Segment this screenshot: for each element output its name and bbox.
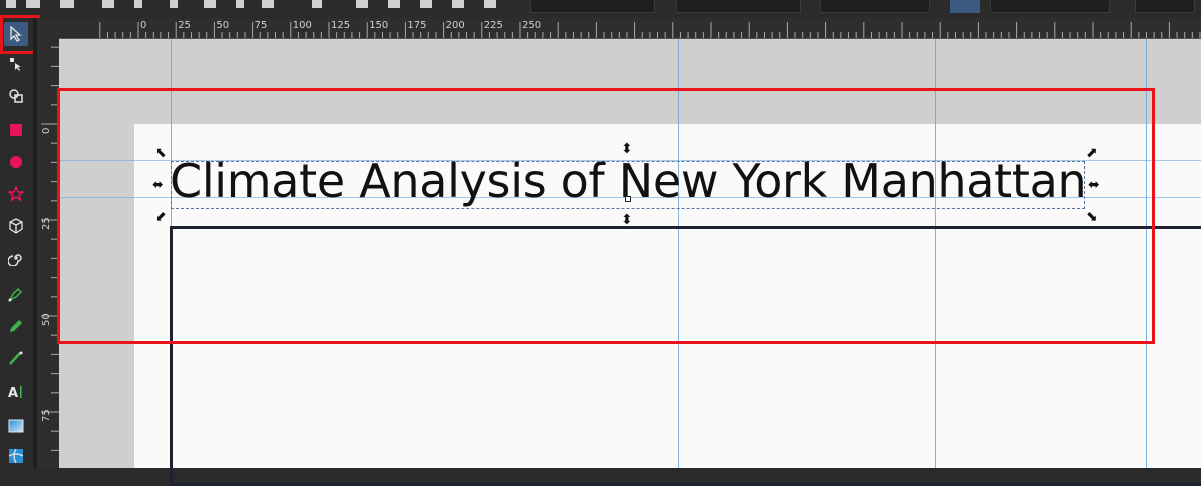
shape-builder-icon [9, 89, 23, 103]
mesh-icon [8, 448, 24, 464]
toolbar-icon[interactable] [102, 0, 114, 8]
ruler-label: 50 [216, 20, 230, 31]
vertical-ruler[interactable]: 0 25 50 75 [37, 38, 59, 468]
node-tool-button[interactable] [4, 52, 28, 76]
toolbox: A [0, 18, 33, 468]
ruler-label: 0 [140, 20, 147, 31]
toolbar-icon[interactable] [26, 0, 40, 8]
ruler-label: 150 [369, 20, 389, 31]
ruler-label: 0 [41, 127, 52, 134]
pen-icon [8, 287, 23, 302]
ruler-label: 225 [483, 20, 503, 31]
y-coordinate-field[interactable] [676, 0, 801, 13]
circle-icon [10, 156, 22, 168]
toolbar-icon[interactable] [6, 0, 16, 8]
gradient-icon [8, 419, 24, 433]
ruler-label: 175 [407, 20, 427, 31]
ruler-label: 125 [331, 20, 351, 31]
3d-box-tool-button[interactable] [4, 214, 28, 238]
ruler-label: 25 [178, 20, 191, 31]
rectangle-icon [10, 124, 22, 136]
toolbar-icon[interactable] [388, 0, 400, 8]
width-field[interactable] [820, 0, 930, 13]
calligraphy-icon [9, 351, 23, 365]
lock-proportions-button[interactable] [950, 0, 980, 13]
horizontal-ruler-ticks [99, 22, 1201, 38]
toolbar-icon[interactable] [262, 0, 274, 8]
shape-builder-tool-button[interactable] [4, 84, 28, 108]
toolbar-icon[interactable] [420, 0, 432, 8]
calligraphy-tool-button[interactable] [4, 346, 28, 370]
toolbar-icon[interactable] [356, 0, 368, 8]
toolbar-icon[interactable] [312, 0, 322, 8]
toolbar-icon[interactable] [484, 0, 496, 8]
text-icon: A [8, 386, 22, 400]
cube-icon [9, 218, 23, 234]
toolbar-icon[interactable] [170, 0, 178, 8]
spiral-tool-button[interactable] [4, 246, 28, 270]
text-tool-button[interactable]: A [4, 380, 28, 404]
rectangle-tool-button[interactable] [4, 118, 28, 142]
mesh-tool-button[interactable] [4, 444, 28, 468]
ruler-label: 100 [292, 20, 312, 31]
gradient-tool-button[interactable] [4, 414, 28, 438]
toolbar-icon[interactable] [60, 0, 74, 8]
toolbar-icon[interactable] [134, 0, 142, 8]
horizontal-ruler[interactable]: 0 25 50 75 100 125 150 175 200 225 250 [37, 18, 1201, 39]
toolbar-icon[interactable] [236, 0, 244, 8]
ruler-label: 75 [254, 20, 268, 31]
pencil-tool-button[interactable] [4, 314, 28, 338]
star-tool-button[interactable] [4, 182, 28, 206]
height-field[interactable] [990, 0, 1110, 13]
ruler-label: 25 [41, 217, 52, 230]
node-edit-icon [10, 58, 21, 71]
tool-controls-bar [0, 0, 1201, 19]
spiral-icon [8, 254, 22, 266]
ruler-label: 75 [41, 409, 52, 422]
circle-tool-button[interactable] [4, 150, 28, 174]
ruler-label: 250 [522, 20, 542, 31]
vertical-ruler-ticks [41, 46, 59, 451]
ruler-label: 50 [41, 313, 52, 326]
svg-text:A: A [8, 386, 18, 400]
toolbar-icon[interactable] [204, 0, 216, 8]
x-coordinate-field[interactable] [530, 0, 655, 13]
selection-highlight [57, 88, 1155, 344]
units-select[interactable] [1135, 0, 1195, 13]
pen-tool-button[interactable] [4, 282, 28, 306]
pencil-icon [10, 320, 22, 332]
toolbar-icon[interactable] [452, 0, 464, 8]
ruler-label: 200 [445, 20, 465, 31]
star-icon [8, 186, 24, 202]
